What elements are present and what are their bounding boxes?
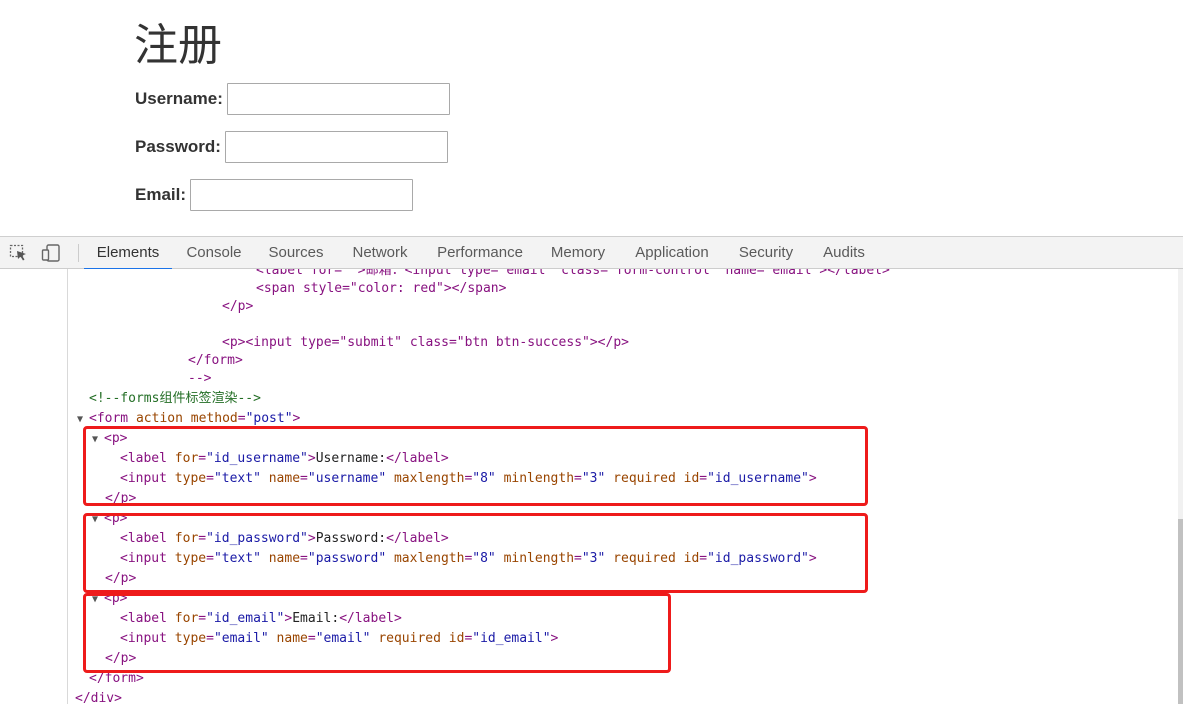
devtools-toolbar: Elements Console Sources Network Perform…: [0, 236, 1183, 270]
tab-application[interactable]: Application: [628, 237, 716, 268]
password-label: Password:: [135, 137, 221, 156]
tab-sources[interactable]: Sources: [260, 237, 332, 268]
devtools-panel: Elements Console Sources Network Perform…: [0, 236, 1183, 704]
email-input[interactable]: [190, 179, 414, 211]
email-label: Email:: [135, 185, 187, 204]
tab-network[interactable]: Network: [343, 237, 417, 268]
email-row: Email:: [135, 179, 414, 211]
gutter-divider: [67, 269, 68, 704]
registration-page: 注册 Username: Password: Email:: [0, 0, 1183, 236]
password-input[interactable]: [224, 131, 448, 163]
code-line-span[interactable]: <span style="color: red"></span>: [256, 279, 506, 299]
code-line-comment-end[interactable]: -->: [188, 369, 211, 389]
page-title: 注册: [134, 20, 222, 71]
tab-console[interactable]: Console: [178, 237, 250, 268]
tab-performance[interactable]: Performance: [430, 237, 530, 268]
tab-security[interactable]: Security: [730, 237, 802, 268]
password-row: Password:: [135, 131, 448, 163]
inspect-element-icon[interactable]: [9, 244, 29, 262]
device-toolbar-icon[interactable]: [41, 244, 61, 262]
highlight-box-password: [83, 513, 868, 593]
code-line-p-close[interactable]: </p>: [222, 297, 253, 317]
elements-tree[interactable]: <label for="">邮箱：<input type="email" cla…: [0, 269, 1183, 704]
code-line-form-close-comment[interactable]: </form>: [188, 351, 243, 371]
highlight-box-username: [83, 426, 868, 506]
code-line-forms-comment[interactable]: <!--forms组件标签渲染-->: [89, 389, 261, 409]
code-line-div-close[interactable]: </div>: [75, 689, 122, 704]
username-label: Username:: [135, 89, 223, 108]
username-input[interactable]: [226, 83, 450, 115]
code-line-submit[interactable]: <p><input type="submit" class="btn btn-s…: [222, 333, 629, 353]
highlight-box-email: [83, 593, 671, 673]
tab-memory[interactable]: Memory: [542, 237, 614, 268]
toolbar-separator: [78, 244, 79, 262]
scrollbar-thumb[interactable]: [1178, 519, 1183, 704]
tab-elements[interactable]: Elements: [84, 237, 172, 270]
tab-audits[interactable]: Audits: [812, 237, 876, 268]
username-row: Username:: [135, 83, 450, 115]
